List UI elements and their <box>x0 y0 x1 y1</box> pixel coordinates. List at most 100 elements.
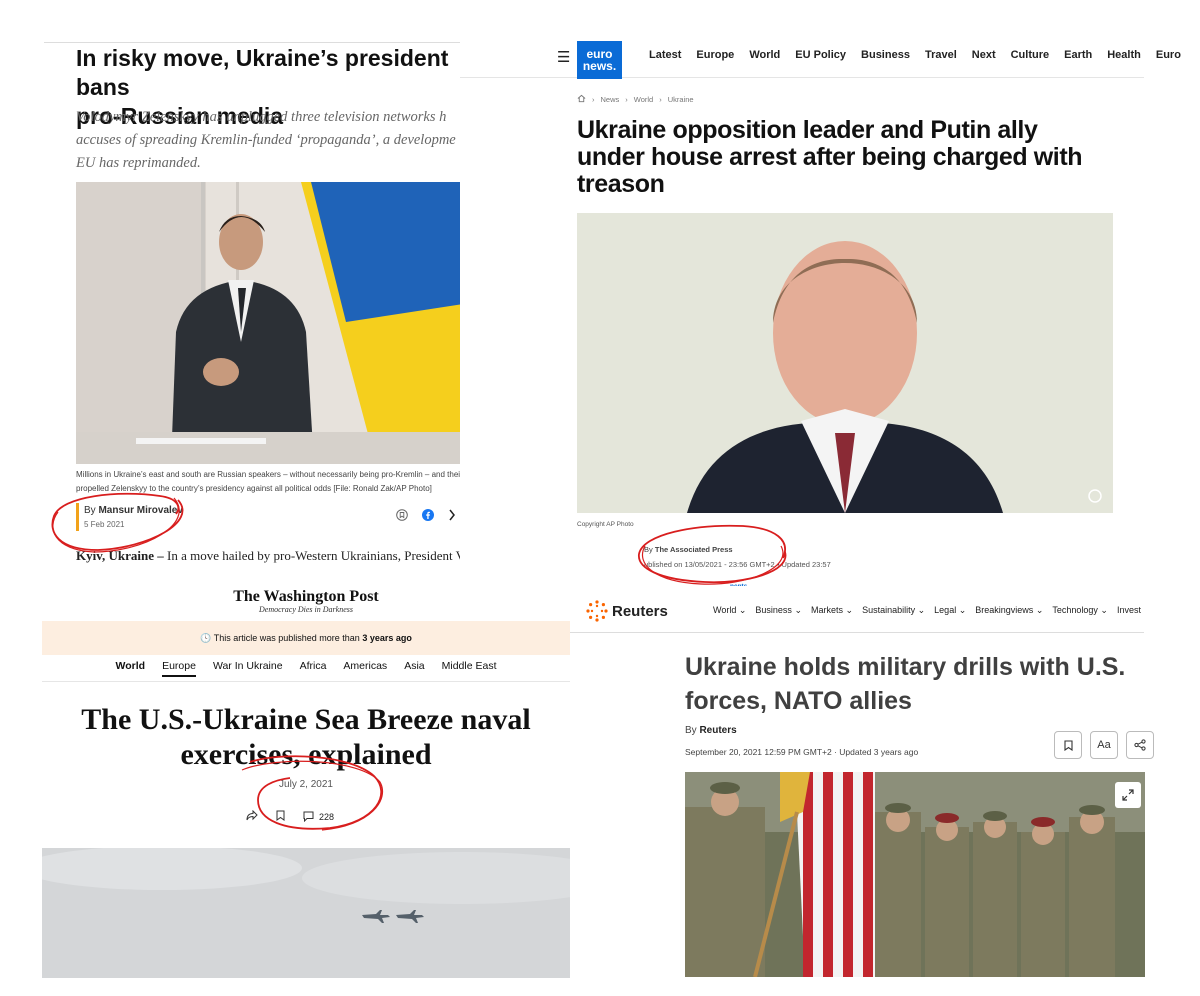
euronews-article-panel: ☰ euro news. Latest Europe World EU Poli… <box>460 0 1200 586</box>
byline: By Reuters <box>685 725 737 736</box>
expand-icon[interactable] <box>1115 782 1141 808</box>
nav-item-business[interactable]: Business ⌄ <box>755 605 802 616</box>
nav-item-health[interactable]: Health <box>1107 49 1141 61</box>
byline: By Mansur Mirovalev <box>84 505 183 516</box>
notice-age: 3 years ago <box>362 633 412 643</box>
chevron-down-icon: ⌄ <box>958 605 967 615</box>
author-link[interactable]: The Associated Press <box>655 545 733 554</box>
article-actions: 228 <box>246 809 334 823</box>
comments-button[interactable]: 228 <box>303 811 334 822</box>
photo-caption: Millions in Ukraine’s east and south are… <box>76 470 460 493</box>
publish-info: ublished on 13/05/2021 - 23:56 GMT+2 • U… <box>644 560 831 569</box>
nav-item-earth[interactable]: Earth <box>1064 49 1092 61</box>
nav-label: Markets <box>811 605 844 615</box>
wapo-tagline: Democracy Dies in Darkness <box>259 605 353 614</box>
byline: By The Associated Press <box>644 545 733 554</box>
euronews-nav-items: Latest Europe World EU Policy Business T… <box>649 49 1181 61</box>
author-link[interactable]: Reuters <box>699 725 736 736</box>
publish-date: 5 Feb 2021 <box>84 520 125 529</box>
home-icon[interactable] <box>577 94 586 105</box>
aircraft-photo <box>42 848 570 978</box>
nav-item-culture[interactable]: Culture <box>1011 49 1050 61</box>
clock-icon: 🕓 <box>200 633 212 643</box>
byline-prefix: By <box>644 545 653 554</box>
euronews-logo[interactable]: euro news. <box>577 41 622 79</box>
zelenskyy-photo <box>76 182 460 464</box>
nav-item-technology[interactable]: Technology ⌄ <box>1052 605 1108 616</box>
nav-item-world[interactable]: World ⌄ <box>713 605 746 616</box>
bookmark-icon[interactable] <box>276 810 285 823</box>
nav-item-legal[interactable]: Legal ⌄ <box>934 605 966 616</box>
chevron-down-icon: ⌄ <box>794 605 802 615</box>
bookmark-icon[interactable] <box>396 508 408 526</box>
header-divider <box>44 42 460 43</box>
nav-divider <box>570 632 1144 633</box>
nav-item-world[interactable]: World <box>749 49 780 61</box>
published-date: ublished on 13/05/2021 - 23:56 GMT+2 <box>644 560 775 569</box>
text-size-button[interactable]: Aa <box>1090 731 1118 759</box>
article-headline: Ukraine holds military drills with U.S. … <box>685 653 1126 715</box>
chevron-down-icon: ⌄ <box>917 605 926 615</box>
nav-item-latest[interactable]: Latest <box>649 49 681 61</box>
article-tools: Aa <box>1054 731 1154 759</box>
nav-item-eu-policy[interactable]: EU Policy <box>795 49 846 61</box>
nav-item-sustainability[interactable]: Sustainability ⌄ <box>862 605 925 616</box>
soldiers-photo <box>685 772 1145 977</box>
section-middle-east[interactable]: Middle East <box>442 660 497 677</box>
section-africa[interactable]: Africa <box>300 660 327 677</box>
archive-notice: 🕓 This article was published more than 3… <box>42 621 570 655</box>
section-world[interactable]: World <box>116 660 146 677</box>
nav-item-business[interactable]: Business <box>861 49 910 61</box>
lede-text: In a move hailed by pro-Western Ukrainia… <box>163 548 460 563</box>
section-war-in-ukraine[interactable]: War In Ukraine <box>213 660 283 677</box>
section-europe[interactable]: Europe <box>162 660 196 677</box>
updated-time: Updated 23:57 <box>781 560 831 569</box>
reuters-wordmark: Reuters <box>612 602 668 620</box>
section-divider <box>42 681 570 682</box>
nav-label: Sustainability <box>862 605 916 615</box>
chevron-down-icon: ⌄ <box>1100 605 1108 615</box>
bookmark-button[interactable] <box>1054 731 1082 759</box>
section-asia[interactable]: Asia <box>404 660 424 677</box>
nav-label: Business <box>755 605 792 615</box>
nav-label: Legal <box>934 605 957 615</box>
chevron-right-icon: › <box>625 95 628 104</box>
share-icon <box>1134 739 1146 751</box>
breadcrumb-ukraine[interactable]: Ukraine <box>668 95 694 104</box>
menu-icon[interactable]: ☰ <box>557 48 570 66</box>
more-icon[interactable] <box>448 508 456 526</box>
section-americas[interactable]: Americas <box>343 660 387 677</box>
breadcrumb-news[interactable]: News <box>601 95 620 104</box>
share-icon[interactable] <box>246 809 258 823</box>
author-link[interactable]: Mansur Mirovalev <box>98 505 182 516</box>
nav-item-breakingviews[interactable]: Breakingviews ⌄ <box>975 605 1043 616</box>
nav-item-markets[interactable]: Markets ⌄ <box>811 605 853 616</box>
share-button[interactable] <box>1126 731 1154 759</box>
share-toolbar <box>396 508 456 526</box>
nav-item-next[interactable]: Next <box>972 49 996 61</box>
nav-item-europe[interactable]: Europe <box>696 49 734 61</box>
facebook-icon[interactable] <box>422 508 434 526</box>
reuters-logo[interactable]: Reuters <box>586 600 668 622</box>
section-nav: World Europe War In Ukraine Africa Ameri… <box>42 660 570 677</box>
article-lede: Kyiv, Ukraine – In a move hailed by pro-… <box>76 548 460 564</box>
nav-item-euro[interactable]: Euro <box>1156 49 1181 61</box>
article-headline: Ukraine opposition leader and Putin ally… <box>577 116 1083 198</box>
photo-copyright: Copyright AP Photo <box>577 521 634 528</box>
nav-item-invest[interactable]: Invest <box>1117 605 1141 616</box>
byline-prefix: By <box>685 725 697 736</box>
article-standfirst: Volodymyr Zelenskyy has unplugged three … <box>76 109 456 171</box>
reuters-logo-icon <box>586 600 608 622</box>
wapo-logo[interactable]: The Washington Post <box>42 588 570 606</box>
nav-label: World <box>713 605 737 615</box>
nav-label: Technology <box>1052 605 1098 615</box>
comment-icon <box>303 811 314 822</box>
chevron-down-icon: ⌄ <box>1035 605 1044 615</box>
publish-date: September 20, 2021 12:59 PM GMT+2 · Upda… <box>685 747 919 757</box>
washington-post-article-panel: The Washington Post Democracy Dies in Da… <box>42 586 570 978</box>
breadcrumb: › News › World › Ukraine <box>577 94 694 105</box>
nav-item-travel[interactable]: Travel <box>925 49 957 61</box>
aljazeera-article-panel: In risky move, Ukraine’s president bans … <box>0 0 460 586</box>
breadcrumb-world[interactable]: World <box>634 95 653 104</box>
reuters-article-panel: Reuters World ⌄ Business ⌄ Markets ⌄ Sus… <box>570 586 1200 996</box>
